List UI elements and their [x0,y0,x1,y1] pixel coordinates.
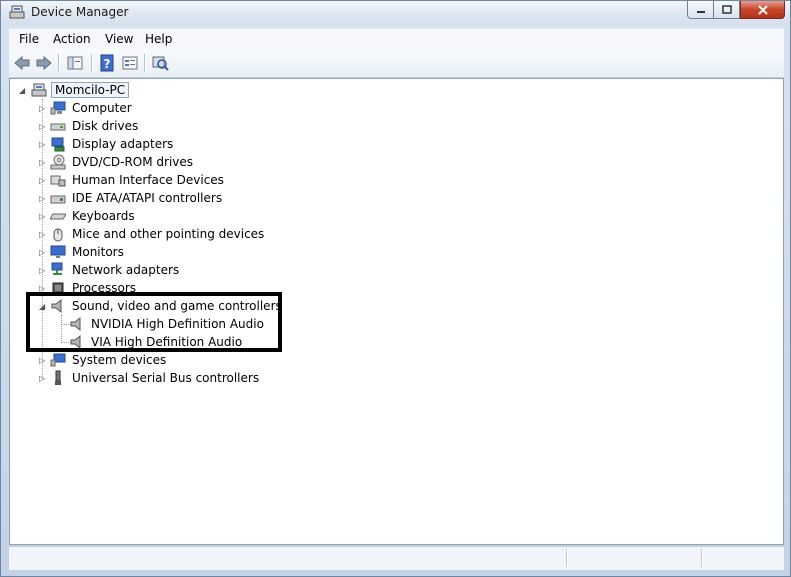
close-icon [757,4,768,15]
expander-system-devices[interactable]: ▷ [39,357,46,365]
expander-network-adapters[interactable]: ▷ [39,267,46,275]
tree-item-dvd-cd-rom-drives[interactable]: DVD/CD-ROM drives [50,153,195,171]
expander-ide-ata-atapi-controllers[interactable]: ▷ [39,195,46,203]
expander-monitors[interactable]: ▷ [39,249,46,257]
expander-processors[interactable]: ▷ [39,285,46,293]
disk-drive-icon [50,123,66,131]
mouse-icon [53,228,63,242]
status-bar [9,546,784,570]
root-label: Momcilo-PC [51,82,130,98]
expander-usb-controllers[interactable]: ▷ [39,375,46,383]
keyboard-icon [50,213,66,220]
properties-icon[interactable] [121,54,139,72]
tree-item-keyboards[interactable]: Keyboards [50,207,137,225]
title-bar[interactable]: Device Manager [1,1,790,25]
tree-item-network-adapters[interactable]: Network adapters [50,261,181,279]
dvd-drive-icon [50,154,66,170]
expander-human-interface-devices[interactable]: ▷ [39,177,46,185]
expander-mice[interactable]: ▷ [39,231,46,239]
computer-icon [50,101,66,115]
svg-text:?: ? [104,57,111,71]
show-hide-console-tree-icon[interactable] [66,54,84,72]
expander-disk-drives[interactable]: ▷ [39,123,46,131]
expander-dvd-cd-rom-drives[interactable]: ▷ [39,159,46,167]
menu-bar: File Action View Help [9,28,784,50]
tree-item-human-interface-devices[interactable]: Human Interface Devices [50,171,226,189]
tree-item-usb-controllers[interactable]: Universal Serial Bus controllers [50,369,261,387]
tree-item-mice[interactable]: Mice and other pointing devices [50,225,266,243]
computer-icon [31,83,47,97]
window-title: Device Manager [31,5,129,19]
tree-root-node[interactable]: Momcilo-PC [31,81,130,99]
display-adapter-icon [51,137,65,152]
tree-item-computer[interactable]: Computer [50,99,134,117]
network-adapter-icon [51,262,63,275]
minimize-button[interactable] [687,1,714,19]
usb-icon [55,370,61,385]
tree-item-display-adapters[interactable]: Display adapters [50,135,175,153]
close-button[interactable] [740,1,785,19]
expander-display-adapters[interactable]: ▷ [39,141,46,149]
minimize-icon [696,10,705,13]
menu-file[interactable]: File [19,32,39,46]
scan-hardware-changes-icon[interactable] [151,54,169,72]
help-icon[interactable]: ? [98,54,116,72]
menu-view[interactable]: View [105,32,133,46]
tree-item-monitors[interactable]: Monitors [50,243,126,261]
collapse-root-expander[interactable]: ◢ [19,87,26,95]
forward-arrow-icon[interactable] [35,54,53,72]
expander-keyboards[interactable]: ▷ [39,213,46,221]
menu-action[interactable]: Action [53,32,91,46]
monitor-icon [50,245,66,258]
back-arrow-icon[interactable] [13,54,31,72]
annotation-highlight-box [26,292,282,352]
hid-icon [50,175,66,187]
system-devices-icon [50,353,66,367]
expander-computer[interactable]: ▷ [39,105,46,113]
toolbar: ? [9,49,784,78]
device-manager-window: Device Manager File Action View Help ? ◢… [0,0,791,577]
tree-item-disk-drives[interactable]: Disk drives [50,117,140,135]
maximize-button[interactable] [713,1,740,19]
device-manager-app-icon [9,5,25,19]
tree-item-ide-ata-atapi-controllers[interactable]: IDE ATA/ATAPI controllers [50,189,224,207]
tree-item-system-devices[interactable]: System devices [50,351,168,369]
menu-help[interactable]: Help [145,32,172,46]
maximize-icon [721,4,732,14]
ide-controller-icon [50,195,66,204]
